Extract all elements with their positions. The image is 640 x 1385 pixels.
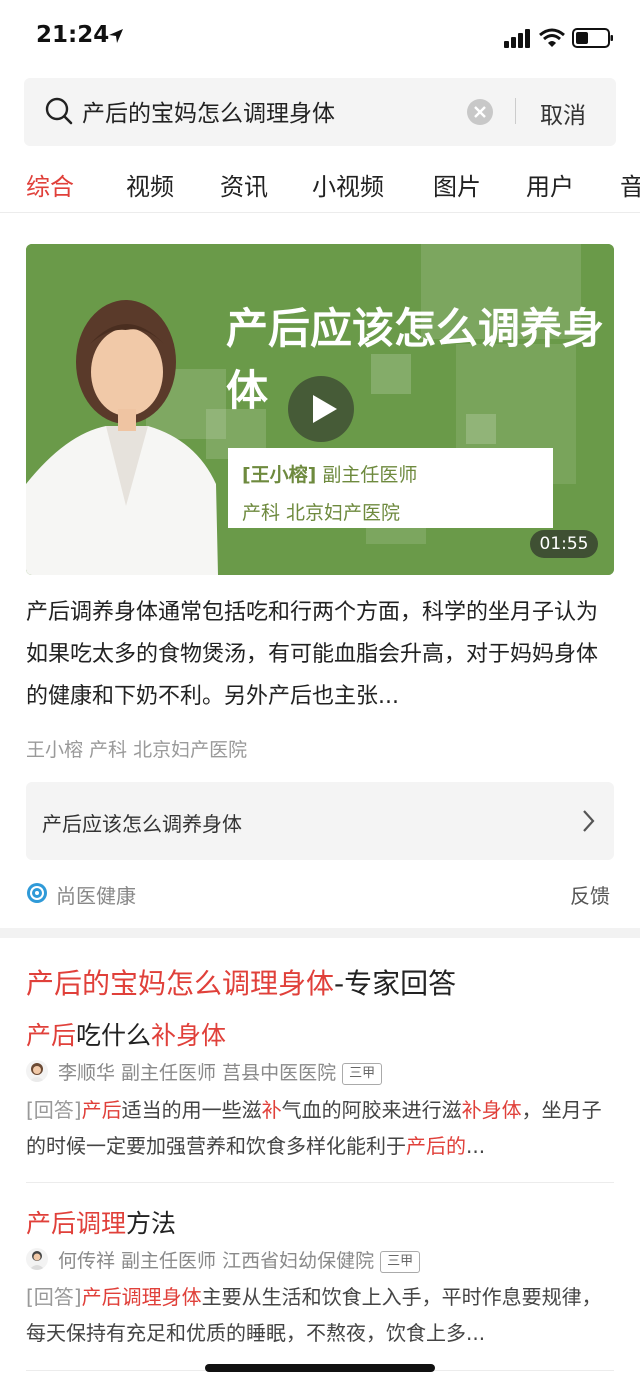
tabs-divider [0, 212, 640, 213]
battery-icon [572, 28, 613, 48]
avatar [26, 1060, 48, 1082]
expert-section-title[interactable]: 产后的宝妈怎么调理身体-专家回答 [26, 962, 456, 1002]
row-divider [26, 1182, 614, 1183]
question-title[interactable]: 产后吃什么补身体 [26, 1016, 226, 1052]
answer-text: ... [466, 1134, 486, 1158]
hospital-badge: 三甲 [342, 1063, 383, 1085]
home-indicator[interactable] [205, 1364, 435, 1372]
brand-logo-icon [27, 883, 47, 903]
video-title: 产后应该怎么调养身体 [226, 304, 605, 415]
answer-highlight: 产后调理身体 [81, 1285, 202, 1309]
expert-title-suffix: -专家回答 [334, 967, 457, 1000]
play-icon[interactable] [287, 375, 355, 443]
expert-title-highlight: 产后的宝妈怎么调理身体 [26, 967, 335, 1000]
doctor-name-line: [王小榕] 副主任医师 [242, 460, 417, 487]
question-title[interactable]: 产后调理方法 [26, 1204, 176, 1240]
search-icon [45, 97, 73, 125]
answer-highlight: 产后 [81, 1098, 122, 1122]
hospital-badge: 三甲 [380, 1251, 421, 1273]
tab-comprehensive[interactable]: 综合 [26, 167, 74, 202]
tab-news[interactable]: 资讯 [220, 167, 268, 202]
location-arrow-icon [109, 29, 123, 43]
doctor-text: 李顺华 副主任医师 莒县中医医院 [58, 1062, 337, 1084]
chevron-right-icon [583, 810, 595, 832]
q-highlight: 产后调理 [26, 1209, 127, 1238]
status-time: 21:24 [36, 22, 110, 48]
answer-highlight: 产后的 [406, 1134, 466, 1158]
doctor-title: 副主任医师 [322, 464, 418, 486]
tab-images[interactable]: 图片 [433, 167, 481, 202]
video-duration: 01:55 [530, 530, 598, 558]
feedback-button[interactable]: 反馈 [570, 880, 610, 909]
q-highlight: 补身体 [151, 1021, 227, 1050]
related-link-text[interactable]: 产后应该怎么调养身体 [42, 808, 242, 837]
answer-tag: [回答] [26, 1098, 82, 1122]
wifi-icon [539, 28, 565, 47]
q-text: 吃什么 [76, 1021, 152, 1050]
doctor-hospital: 产科 北京妇产医院 [242, 502, 401, 524]
search-divider [515, 98, 516, 124]
section-separator [0, 928, 640, 938]
cancel-button[interactable]: 取消 [540, 96, 586, 130]
brand-name[interactable]: 尚医健康 [56, 880, 136, 909]
tab-users[interactable]: 用户 [526, 167, 574, 202]
doctor-info: 李顺华 副主任医师 莒县中医医院 三甲 [58, 1058, 383, 1085]
avatar [26, 1248, 48, 1270]
doctor-name: [王小榕] [242, 464, 317, 486]
answer-snippet[interactable]: [回答]产后适当的用一些滋补气血的阿胶来进行滋补身体，坐月子的时候一定要加强营养… [26, 1092, 614, 1164]
clear-icon[interactable] [466, 98, 494, 126]
search-input[interactable]: 产后的宝妈怎么调理身体 [82, 94, 335, 128]
q-text: 方法 [126, 1209, 177, 1238]
tab-short-video[interactable]: 小视频 [312, 167, 384, 202]
doctor-text: 何传祥 副主任医师 江西省妇幼保健院 [58, 1250, 375, 1272]
answer-text: 适当的用一些滋 [121, 1098, 262, 1122]
q-highlight: 产后 [26, 1021, 77, 1050]
tab-audio[interactable]: 音 [620, 167, 640, 202]
answer-text: 气血的阿胶来进行滋 [281, 1098, 462, 1122]
tab-video[interactable]: 视频 [126, 167, 174, 202]
answer-highlight: 补 [261, 1098, 282, 1122]
answer-tag: [回答] [26, 1285, 82, 1309]
doctor-info: 何传祥 副主任医师 江西省妇幼保健院 三甲 [58, 1246, 421, 1273]
video-source: 王小榕 产科 北京妇产医院 [26, 739, 248, 761]
answer-snippet[interactable]: [回答]产后调理身体主要从生活和饮食上入手，平时作息要规律，每天保持有充足和优质… [26, 1279, 614, 1351]
cellular-signal-icon [504, 29, 530, 48]
video-summary[interactable]: 产后调养身体通常包括吃和行两个方面，科学的坐月子认为如果吃太多的食物煲汤，有可能… [26, 592, 614, 718]
answer-highlight: 补身体 [461, 1098, 522, 1122]
